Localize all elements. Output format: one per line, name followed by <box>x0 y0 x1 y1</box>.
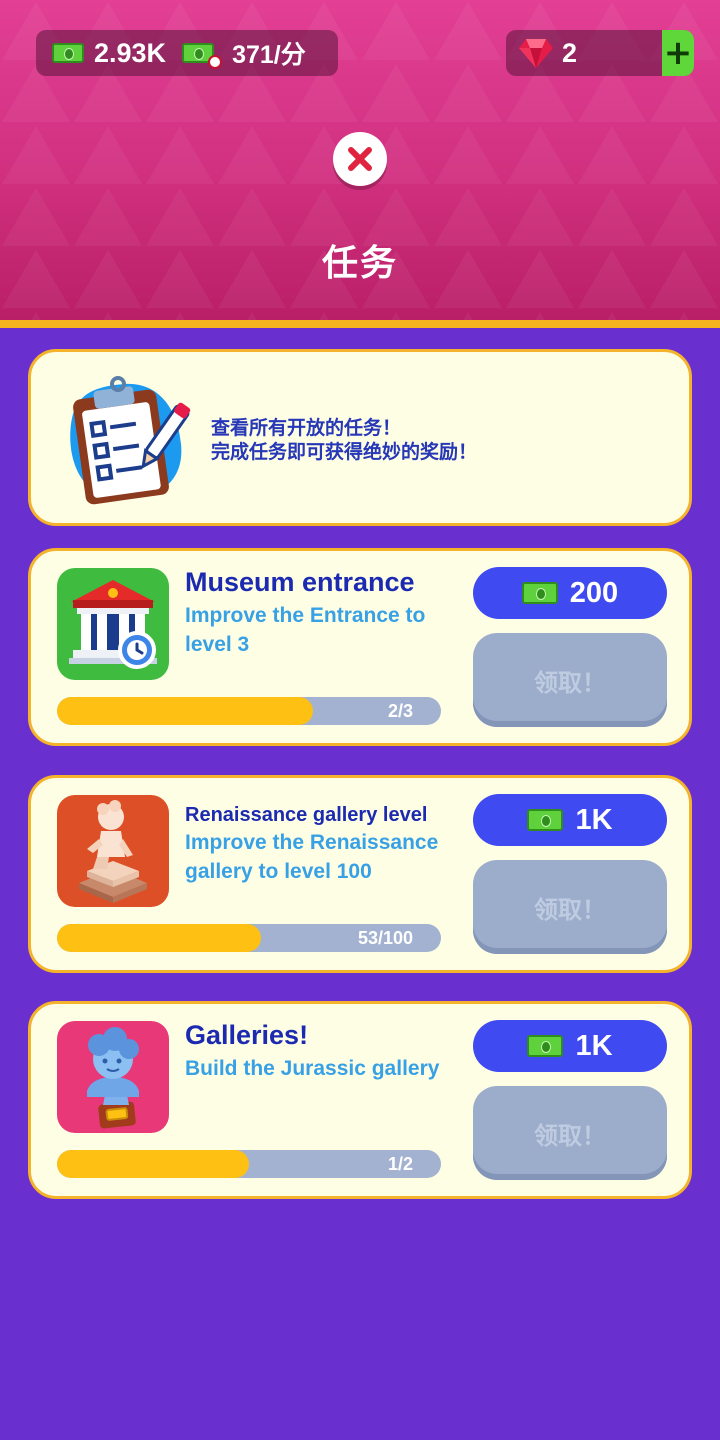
mission-progress-text: 53/100 <box>357 928 413 948</box>
reward-value: 1K <box>575 803 613 836</box>
header-divider <box>0 320 720 328</box>
mission-description: Improve the Renaissance gallery to level… <box>185 831 439 883</box>
cash-counter: 2.93K 371/分 <box>36 30 338 76</box>
close-button[interactable] <box>333 132 387 186</box>
mission-progress-fill <box>57 697 314 725</box>
intro-text: 查看所有开放的任务！ 完成任务即可获得绝妙的奖励！ <box>211 416 671 464</box>
mission-title: Galleries! <box>185 1020 309 1050</box>
statue-icon <box>57 795 169 907</box>
claim-button[interactable]: 领取！ <box>473 860 667 954</box>
gem-value: 2 <box>562 37 578 68</box>
claim-button[interactable]: 领取！ <box>473 633 667 727</box>
close-icon <box>348 147 372 171</box>
mission-progress-bar: 53/100 <box>57 924 441 952</box>
intro-line-1: 查看所有开放的任务！ <box>211 417 402 439</box>
mission-progress-bar: 2/3 <box>57 697 441 725</box>
mission-progress-text: 1/2 <box>387 1154 413 1174</box>
cash-icon <box>52 43 84 63</box>
clipboard-checklist-icon <box>70 376 191 505</box>
gem-counter: 2 + <box>506 30 694 76</box>
cash-value: 2.93K <box>94 37 167 68</box>
reward-value: 1K <box>575 1029 613 1062</box>
cash-icon <box>527 1035 564 1057</box>
cash-icon <box>521 582 558 604</box>
bust-icon <box>57 1021 169 1133</box>
mission-title: Renaissance gallery level <box>185 804 428 826</box>
cash-rate-icon <box>182 43 223 69</box>
mission-reward-badge: 200 <box>473 567 667 619</box>
mission-card-galleries: Galleries! Build the Jurassic gallery 1/… <box>28 1001 692 1199</box>
mission-reward-badge: 1K <box>473 1020 667 1072</box>
mission-progress-fill <box>57 924 261 952</box>
intro-card: 查看所有开放的任务！ 完成任务即可获得绝妙的奖励！ <box>28 349 692 526</box>
add-gems-button[interactable]: + <box>662 30 694 76</box>
intro-line-2: 完成任务即可获得绝妙的奖励！ <box>211 441 478 463</box>
mission-description: Build the Jurassic gallery <box>185 1057 440 1080</box>
mission-progress-fill <box>57 1150 249 1178</box>
museum-building-icon <box>57 568 169 680</box>
reward-value: 200 <box>569 576 619 609</box>
cash-rate-value: 371/分 <box>232 41 306 69</box>
mission-progress-text: 2/3 <box>387 701 413 721</box>
mission-card-renaissance-gallery: Renaissance gallery level Improve the Re… <box>28 775 692 973</box>
cash-icon <box>527 809 564 831</box>
mission-title: Museum entrance <box>185 567 415 597</box>
mission-progress-bar: 1/2 <box>57 1150 441 1178</box>
mission-card-museum-entrance: Museum entrance Improve the Entrance to … <box>28 548 692 746</box>
ruby-gem-icon <box>519 39 553 68</box>
page-title: 任务 <box>321 243 398 284</box>
header: 2.93K 371/分 2 + 任务 <box>0 0 720 320</box>
claim-button[interactable]: 领取！ <box>473 1086 667 1180</box>
mission-description: Improve the Entrance to level 3 <box>185 604 426 656</box>
mission-reward-badge: 1K <box>473 794 667 846</box>
